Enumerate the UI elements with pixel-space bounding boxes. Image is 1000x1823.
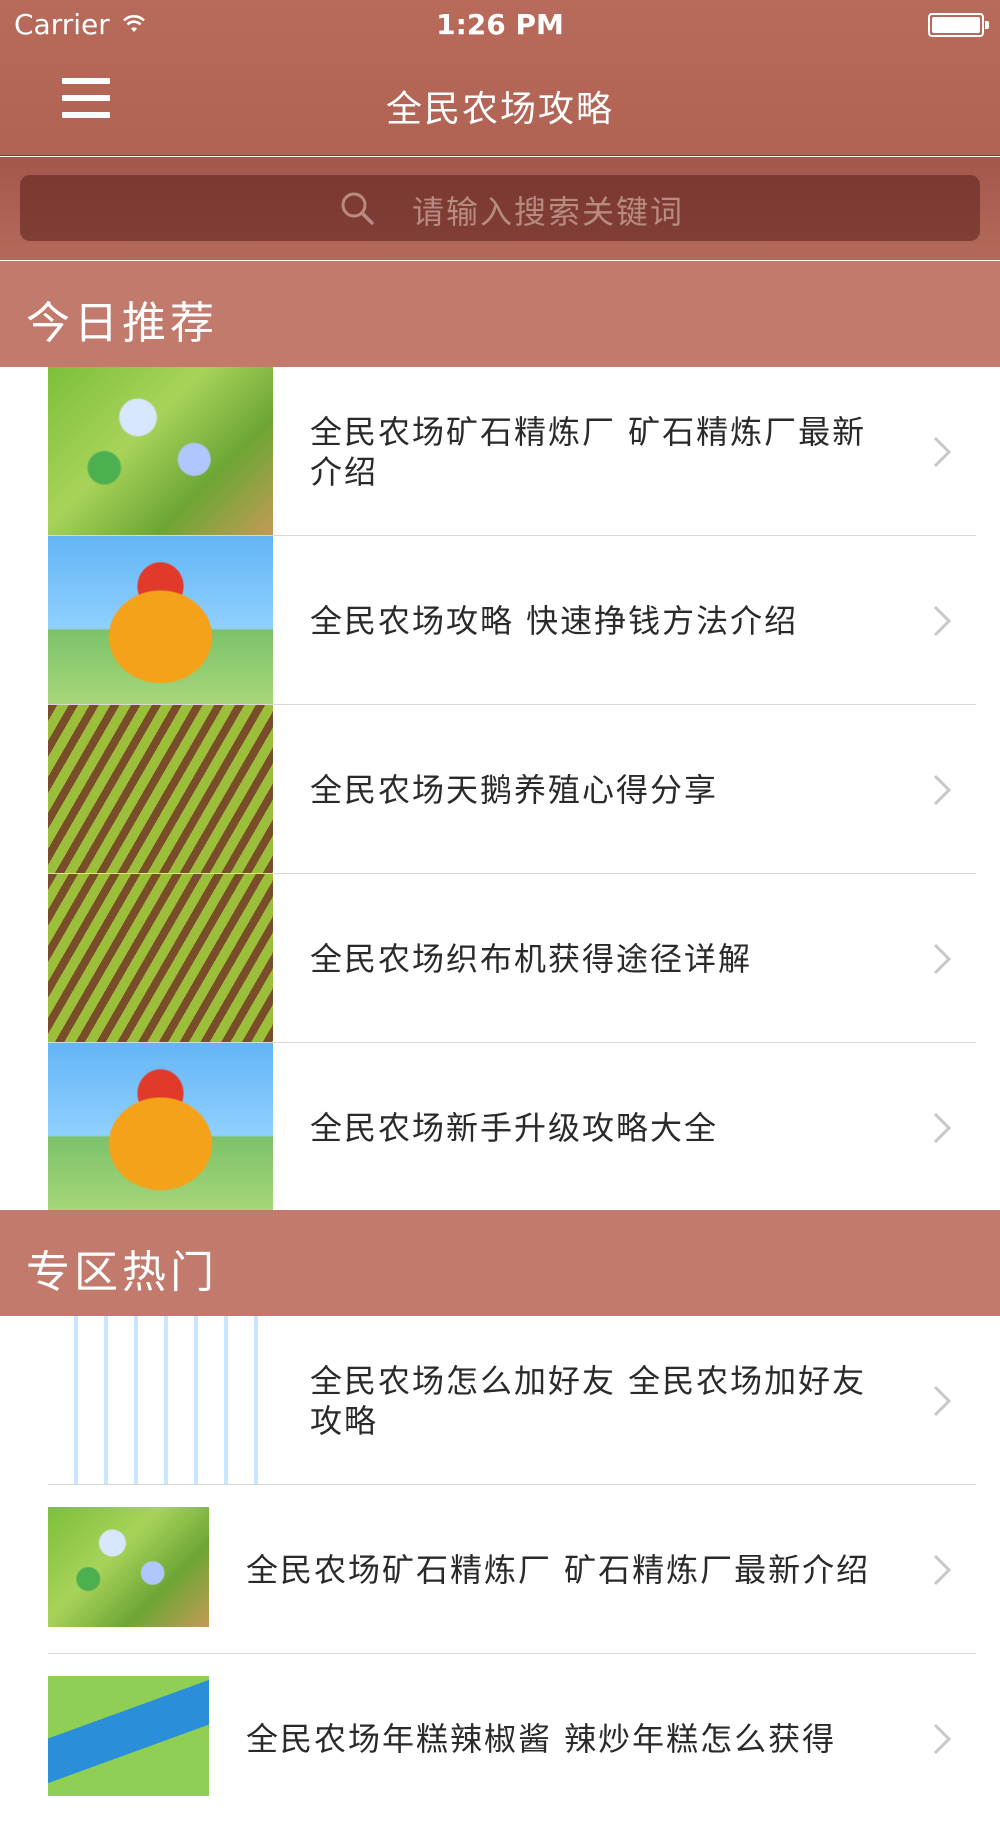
search-bar: 请输入搜索关键词: [0, 157, 1000, 260]
search-icon: [341, 192, 374, 225]
navigation-bar: 全民农场攻略: [0, 50, 1000, 156]
list-item-title: 全民农场矿石精炼厂 矿石精炼厂最新介绍: [310, 412, 867, 491]
list-item[interactable]: 全民农场怎么加好友 全民农场加好友攻略: [0, 1316, 1000, 1485]
farm-field-thumbnail: [48, 705, 273, 873]
section-header-zone-hot: 专区热门: [0, 1210, 1000, 1316]
mine-refinery-thumbnail: [48, 367, 273, 535]
list-item-title: 全民农场天鹅养殖心得分享: [310, 770, 719, 809]
list-item[interactable]: 全民农场攻略 快速挣钱方法介绍: [0, 536, 1000, 705]
friends-list-thumbnail: [48, 1316, 273, 1484]
chevron-right-icon: [933, 943, 952, 975]
list-item[interactable]: 全民农场织布机获得途径详解: [0, 874, 1000, 1043]
list-item-title: 全民农场攻略 快速挣钱方法介绍: [310, 601, 799, 640]
list-item[interactable]: 全民农场新手升级攻略大全: [0, 1043, 1000, 1212]
list-item-title: 全民农场新手升级攻略大全: [310, 1108, 719, 1147]
farm-field-thumbnail: [48, 874, 273, 1042]
section-title: 专区热门: [26, 1247, 218, 1298]
list-item[interactable]: 全民农场矿石精炼厂 矿石精炼厂最新介绍: [0, 367, 1000, 536]
today-recommend-list: 全民农场矿石精炼厂 矿石精炼厂最新介绍 全民农场攻略 快速挣钱方法介绍 全民农场…: [0, 367, 1000, 1212]
mine-refinery-thumbnail: [48, 1507, 209, 1627]
chevron-right-icon: [933, 1385, 952, 1417]
list-item[interactable]: 全民农场天鹅养殖心得分享: [0, 705, 1000, 874]
search-placeholder: 请输入搜索关键词: [412, 193, 685, 231]
top-bar: Carrier 1:26 PM 全民农场攻略: [0, 0, 1000, 156]
chevron-right-icon: [933, 774, 952, 806]
battery-icon: [928, 13, 989, 37]
chevron-right-icon: [933, 1723, 952, 1755]
page-title: 全民农场攻略: [385, 89, 614, 130]
list-item-title: 全民农场织布机获得途径详解: [310, 939, 753, 978]
game-logo-thumbnail: [48, 1043, 273, 1211]
status-time: 1:26 PM: [436, 8, 564, 41]
chevron-right-icon: [933, 1112, 952, 1144]
chevron-right-icon: [933, 1554, 952, 1586]
zone-hot-list: 全民农场怎么加好友 全民农场加好友攻略 全民农场矿石精炼厂 矿石精炼厂最新介绍 …: [0, 1316, 1000, 1796]
chevron-right-icon: [933, 436, 952, 468]
section-header-today-recommend: 今日推荐: [0, 261, 1000, 367]
list-item-title: 全民农场矿石精炼厂 矿石精炼厂最新介绍: [246, 1550, 871, 1589]
section-title: 今日推荐: [26, 298, 218, 349]
list-item-title: 全民农场怎么加好友 全民农场加好友攻略: [310, 1361, 867, 1440]
list-item-title: 全民农场年糕辣椒酱 辣炒年糕怎么获得: [246, 1719, 837, 1758]
list-item[interactable]: 全民农场矿石精炼厂 矿石精炼厂最新介绍: [0, 1485, 1000, 1654]
status-bar: Carrier 1:26 PM: [0, 0, 1000, 50]
river-farm-thumbnail: [48, 1676, 209, 1796]
chevron-right-icon: [933, 605, 952, 637]
game-logo-thumbnail: [48, 536, 273, 704]
list-item[interactable]: 全民农场年糕辣椒酱 辣炒年糕怎么获得: [0, 1654, 1000, 1823]
search-input[interactable]: 请输入搜索关键词: [20, 175, 980, 241]
